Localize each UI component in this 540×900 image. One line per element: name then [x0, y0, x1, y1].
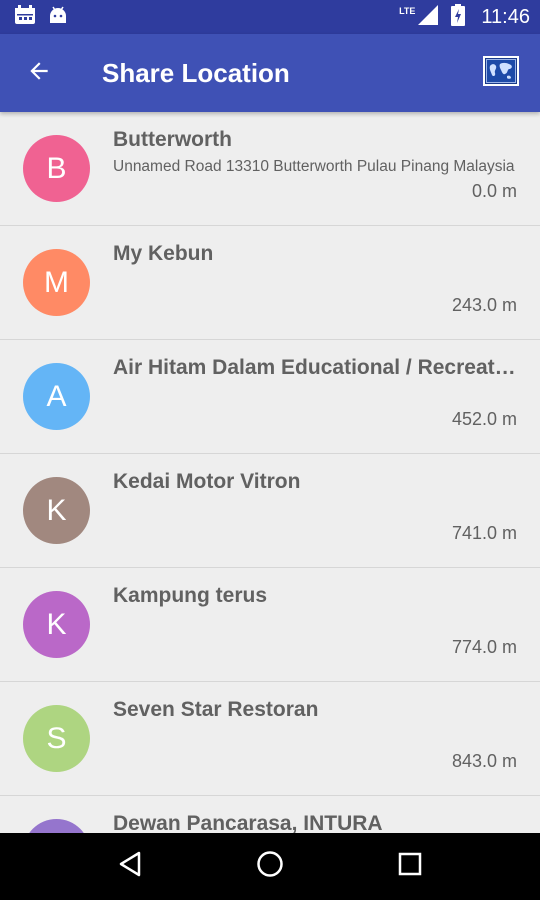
- place-name: Kampung terus: [113, 584, 268, 607]
- system-nav-bar: [0, 833, 540, 900]
- list-item[interactable]: K Kedai Motor Vitron 741.0 m: [0, 454, 540, 568]
- avatar: S: [23, 705, 90, 772]
- place-distance: 243.0 m: [451, 295, 517, 315]
- nav-back-button[interactable]: [100, 837, 160, 897]
- avatar: K: [23, 591, 90, 658]
- app-bar: Share Location: [0, 34, 540, 112]
- place-distance: 774.0 m: [451, 637, 517, 657]
- place-name: Air Hitam Dalam Educational / Recreation…: [113, 356, 518, 379]
- place-name: Seven Star Restoran: [113, 698, 319, 721]
- place-distance: 741.0 m: [451, 523, 517, 543]
- page-title: Share Location: [102, 57, 290, 88]
- map-view-button[interactable]: [462, 34, 540, 112]
- place-distance: 452.0 m: [451, 409, 517, 429]
- status-bar: LTE 11:46: [0, 0, 540, 34]
- avatar: D: [23, 819, 90, 833]
- place-name: Dewan Pancarasa, INTURA: [113, 812, 383, 833]
- android-icon: [48, 6, 68, 29]
- place-name: Kedai Motor Vitron: [113, 470, 301, 493]
- battery-icon: [451, 3, 466, 31]
- recents-square-icon: [398, 852, 422, 881]
- home-circle-icon: [256, 850, 284, 883]
- list-item[interactable]: S Seven Star Restoran 843.0 m: [0, 682, 540, 796]
- back-button[interactable]: [0, 34, 78, 112]
- avatar: B: [23, 135, 90, 202]
- place-address: Unnamed Road 13310 Butterworth Pulau Pin…: [113, 158, 515, 175]
- list-item[interactable]: D Dewan Pancarasa, INTURA: [0, 796, 540, 833]
- place-name: Butterworth: [113, 128, 232, 151]
- clock: 11:46: [481, 5, 530, 28]
- network-type: LTE: [399, 6, 416, 16]
- avatar: A: [23, 363, 90, 430]
- place-name: My Kebun: [113, 242, 214, 265]
- avatar: M: [23, 249, 90, 316]
- list-item[interactable]: M My Kebun 243.0 m: [0, 226, 540, 340]
- list-item[interactable]: A Air Hitam Dalam Educational / Recreati…: [0, 340, 540, 454]
- signal-icon: [417, 4, 439, 31]
- calendar-icon: [14, 4, 36, 30]
- place-distance: 843.0 m: [451, 751, 517, 771]
- world-map-icon: [483, 55, 519, 91]
- list-item[interactable]: B Butterworth Unnamed Road 13310 Butterw…: [0, 112, 540, 226]
- back-triangle-icon: [117, 850, 143, 883]
- place-distance: 0.0 m: [471, 181, 517, 201]
- list-item[interactable]: K Kampung terus 774.0 m: [0, 568, 540, 682]
- arrow-back-icon: [26, 58, 52, 89]
- places-list[interactable]: B Butterworth Unnamed Road 13310 Butterw…: [0, 112, 540, 833]
- avatar: K: [23, 477, 90, 544]
- nav-recents-button[interactable]: [380, 837, 440, 897]
- nav-home-button[interactable]: [240, 837, 300, 897]
